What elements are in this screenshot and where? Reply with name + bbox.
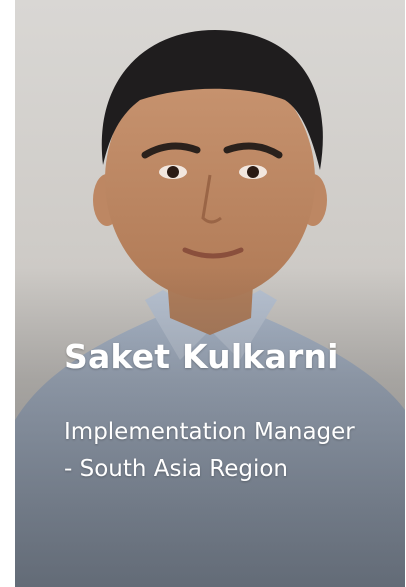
profile-card[interactable]: Saket Kulkarni Implementation Manager - … [15,0,405,587]
profile-role: Implementation Manager - South Asia Regi… [64,419,355,482]
profile-name: Saket Kulkarni [64,337,339,376]
